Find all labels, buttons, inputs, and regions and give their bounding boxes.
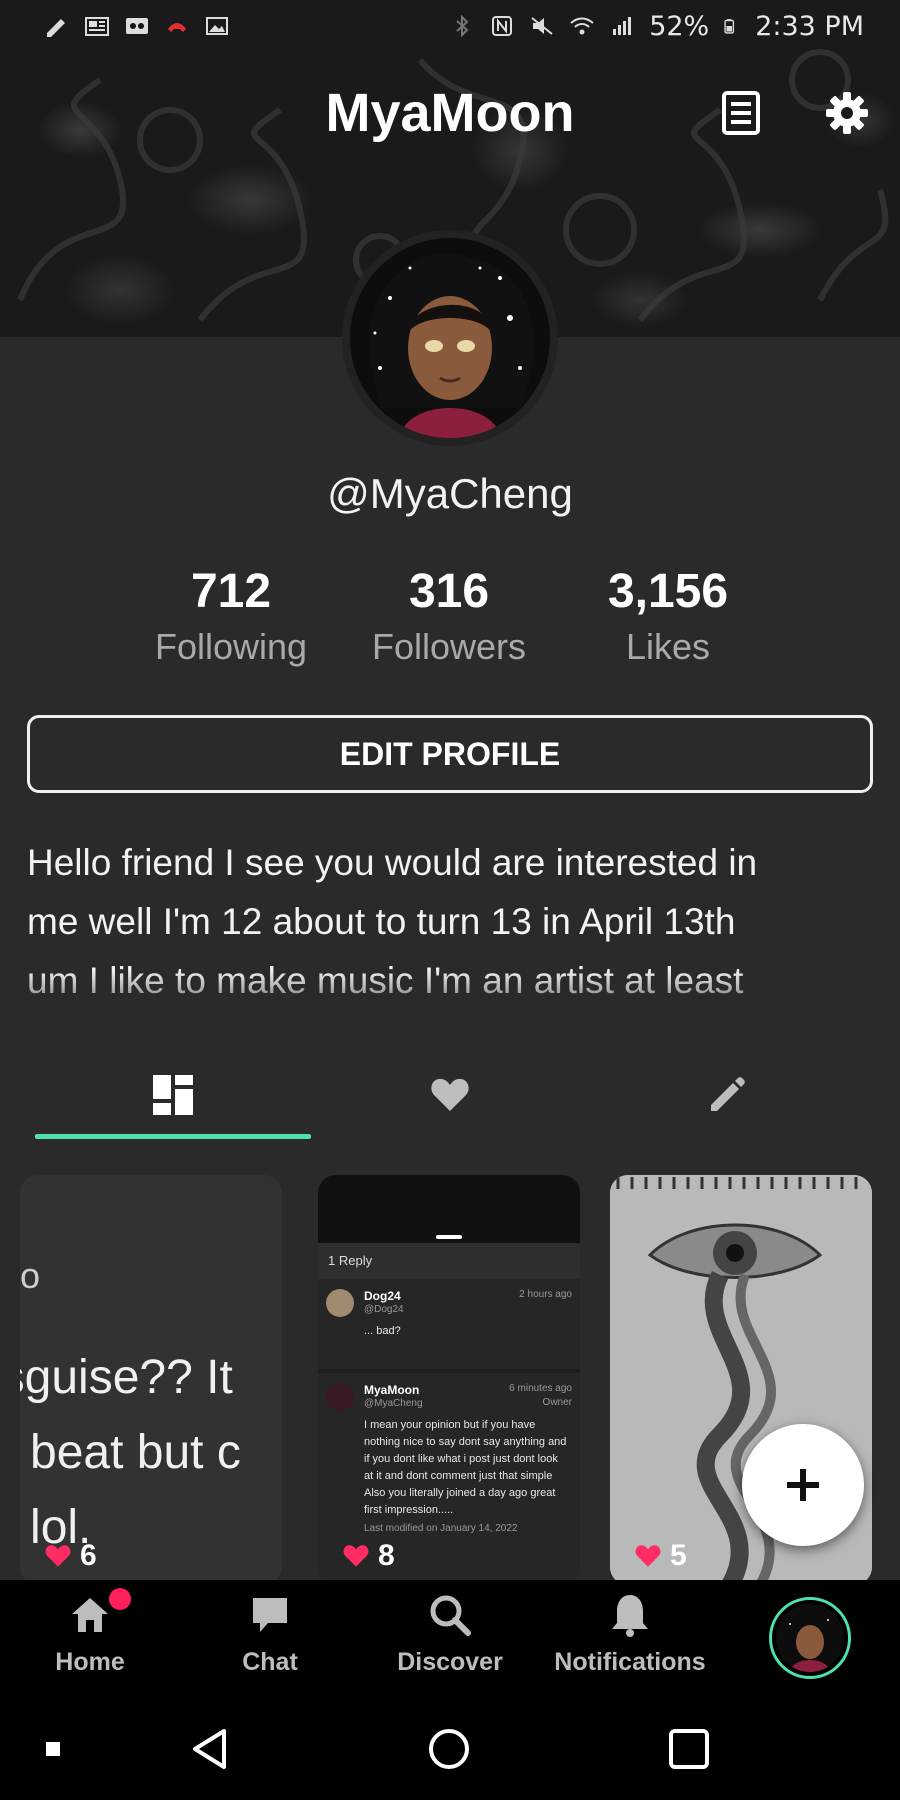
bio-line: Hello friend I see you would are interes… [27,842,758,883]
recents-icon[interactable] [668,1728,710,1770]
image-icon [206,17,228,35]
bio-line: me well I'm 12 about to turn 13 in April… [27,901,736,942]
comment-handle: @Dog24 [364,1304,404,1315]
stat-label: Followers [371,626,527,667]
like-count: 8 [342,1539,395,1573]
settings-icon [826,92,868,134]
username: @MyaCheng [327,470,573,517]
battery-icon [724,19,735,34]
card-text: a beat but c [20,1426,241,1479]
like-count-value: 8 [378,1539,395,1572]
stat-value: 712 [190,565,272,618]
card-text: isguise?? It [20,1351,233,1404]
stat-label: Likes [625,626,711,667]
nav-label: Chat [242,1648,298,1676]
stat-value: 3,156 [607,565,729,618]
comment-time: 6 minutes ago [509,1383,572,1394]
grid-icon [153,1075,193,1115]
signal-icon [613,17,632,35]
home-icon [72,1598,108,1632]
comment: Dog24 @Dog24 2 hours ago ... bad? [318,1279,580,1369]
post-card[interactable]: oto isguise?? It a beat but c g lol. 6 [20,1175,282,1585]
like-count: 6 [44,1539,97,1573]
bio-fade [0,970,900,1020]
avatar-image [350,238,550,438]
chat-icon [253,1598,287,1632]
profile-tabs [0,1050,900,1140]
avatar [326,1289,354,1317]
post-card[interactable]: 1 Reply Dog24 @Dog24 2 hours ago ... bad… [318,1175,580,1585]
system-nav-bar [0,1698,900,1800]
bluetooth-icon [456,15,469,37]
notes-icon [722,91,760,135]
settings-button[interactable] [822,88,872,138]
avatar[interactable] [342,230,558,446]
card-text: oto [20,1255,41,1296]
bell-icon [612,1595,648,1637]
nav-discover[interactable]: Discover [392,1590,508,1690]
status-bar: 52% 2:33 PM [0,0,900,52]
heart-icon [45,1545,71,1567]
comment-author: MyaMoon [364,1383,420,1397]
edit-icon [47,19,65,37]
edit-profile-button[interactable]: EDIT PROFILE [27,715,873,793]
heart-icon [431,1078,469,1111]
avatar [326,1383,354,1411]
comment-author: Dog24 [364,1289,401,1303]
plus-icon [787,1469,819,1501]
voicemail-icon [126,18,148,34]
tab-posts[interactable] [35,1050,311,1140]
nav-chat[interactable]: Chat [220,1590,320,1690]
heart-icon [343,1545,369,1567]
stat-label: Following [154,626,308,667]
avatar [776,1604,844,1672]
card-thumbnail-top [318,1175,580,1243]
clock: 2:33 PM [755,10,864,42]
stat-value: 316 [408,565,490,618]
active-tab-indicator [35,1134,311,1139]
bottom-nav: Home Chat Discover Notifications [0,1580,900,1698]
like-count-value: 5 [670,1539,687,1572]
nav-label: Home [55,1648,125,1676]
stat-followers[interactable]: 316 Followers [349,562,549,672]
comment-time: 2 hours ago [519,1289,572,1300]
stat-likes[interactable]: 3,156 Likes [568,562,768,672]
like-count: 5 [634,1539,687,1573]
search-icon [430,1595,471,1636]
pencil-icon [711,1077,745,1111]
wifi-icon [570,17,594,35]
news-icon [85,17,109,36]
stat-following[interactable]: 712 Following [131,562,331,672]
back-icon[interactable] [190,1728,230,1770]
owner-badge: Owner [542,1397,572,1408]
mute-icon [531,17,553,35]
heart-icon [635,1545,661,1567]
notification-dot [109,1588,131,1610]
comment-footer: Last modified on January 14, 2022 [364,1523,518,1534]
like-count-value: 6 [80,1539,97,1572]
create-post-button[interactable] [742,1424,864,1546]
nav-home[interactable]: Home [38,1588,142,1690]
nav-notifications[interactable]: Notifications [552,1590,708,1690]
square-dot-icon[interactable] [46,1742,60,1756]
missed-call-icon [168,23,186,32]
notes-button[interactable] [716,88,766,138]
reply-count: 1 Reply [318,1243,580,1279]
tab-drafts[interactable] [589,1050,865,1140]
nav-label: Notifications [554,1648,706,1676]
nfc-icon [492,16,513,36]
nav-label: Discover [397,1648,503,1676]
battery-percent: 52% [649,10,710,42]
comment-body: ... bad? [364,1325,401,1337]
home-circle-icon[interactable] [428,1728,470,1770]
nav-profile[interactable] [769,1597,851,1679]
comment-handle: @MyaCheng [364,1398,423,1409]
tab-liked[interactable] [312,1050,588,1140]
profile-stats: 712 Following 316 Followers 3,156 Likes [0,562,900,672]
sheet-handle [436,1235,462,1239]
comment-body: I mean your opinion but if you have noth… [364,1419,567,1516]
